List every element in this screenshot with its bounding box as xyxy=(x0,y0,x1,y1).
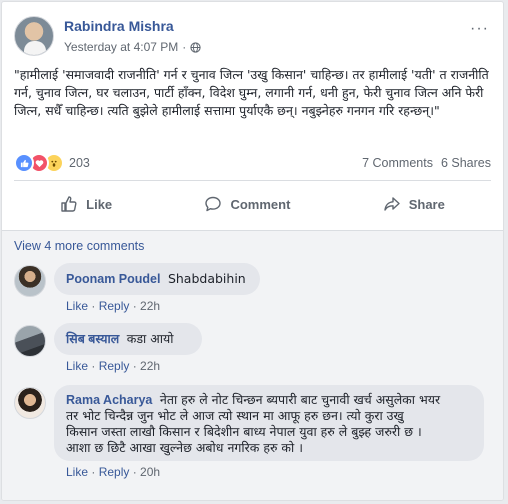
shares-count-link[interactable]: 6 Shares xyxy=(441,156,491,170)
view-more-comments-link[interactable]: View 4 more comments xyxy=(14,239,144,253)
comment-like-link[interactable]: Like xyxy=(66,465,88,479)
comment-time[interactable]: 20h xyxy=(140,465,160,479)
speech-bubble-icon xyxy=(205,196,222,212)
globe-icon xyxy=(190,41,201,53)
comment-item: Poonam Poudel Shabdabihin Like · Reply ·… xyxy=(14,263,491,321)
comment-time[interactable]: 22h xyxy=(140,299,160,313)
comment-actions: Like · Reply · 22h xyxy=(66,299,161,313)
comments-section: View 4 more comments Poonam Poudel Shabd… xyxy=(2,230,503,500)
comment-bubble: Poonam Poudel Shabdabihin xyxy=(54,263,260,295)
post-actions: Like Comment Share xyxy=(14,186,491,222)
comment-reply-link[interactable]: Reply xyxy=(99,299,130,313)
post-text: "हामीलाई 'समाजवादी राजनीति' गर्न र चुनाव… xyxy=(14,67,489,118)
comment-reply-link[interactable]: Reply xyxy=(99,465,130,479)
post-stats: 203 7 Comments 6 Shares xyxy=(14,153,491,173)
divider xyxy=(14,180,491,181)
comment-reply-link[interactable]: Reply xyxy=(99,359,130,373)
like-button[interactable]: Like xyxy=(42,189,130,219)
reaction-count: 203 xyxy=(69,156,90,170)
comment-label: Comment xyxy=(230,196,291,212)
reactions-summary[interactable]: 203 xyxy=(14,153,90,173)
author-name[interactable]: Rabindra Mishra xyxy=(64,18,174,34)
meta-separator: · xyxy=(182,40,187,54)
like-reaction-icon xyxy=(14,153,34,173)
comment-text-line: आशा छ छिटै आखा खुल्नेछ अबोध नगरिक हरु को… xyxy=(66,440,303,455)
commenter-avatar[interactable] xyxy=(14,265,46,297)
comment-author[interactable]: Poonam Poudel xyxy=(66,272,160,286)
comment-bubble: Rama Acharya नेता हरु ले नोट चिन्छन ब्यप… xyxy=(54,385,484,461)
comment-actions: Like · Reply · 20h xyxy=(66,465,161,479)
comment-actions: Like · Reply · 22h xyxy=(66,359,161,373)
more-options-icon[interactable]: ··· xyxy=(470,20,489,38)
like-label: Like xyxy=(86,196,113,212)
comment-like-link[interactable]: Like xyxy=(66,299,88,313)
comment-button[interactable]: Comment xyxy=(186,189,308,219)
comments-count-link[interactable]: 7 Comments xyxy=(362,156,433,170)
comment-time[interactable]: 22h xyxy=(140,359,160,373)
commenter-avatar[interactable] xyxy=(14,325,46,357)
post-meta: Yesterday at 4:07 PM · xyxy=(64,40,201,54)
comment-bubble: सिब बस्याल कडा आयो xyxy=(54,323,202,355)
comment-text-line: नेता हरु ले नोट चिन्छन ब्यपारी बाट चुनाव… xyxy=(159,392,441,407)
comment-like-link[interactable]: Like xyxy=(66,359,88,373)
comment-item: सिब बस्याल कडा आयो Like · Reply · 22h xyxy=(14,323,491,381)
comment-author[interactable]: सिब बस्याल xyxy=(66,332,119,346)
share-label: Share xyxy=(408,196,445,212)
thumbs-up-icon xyxy=(61,196,77,212)
stats-right: 7 Comments 6 Shares xyxy=(362,156,491,170)
comment-text: कडा आयो xyxy=(126,331,174,346)
comment-text-line: किसान जस्ता लाखौ किसान र बिदेशीन बाध्य न… xyxy=(66,424,422,439)
comment-text: Shabdabihin xyxy=(167,271,246,286)
comment-author[interactable]: Rama Acharya xyxy=(66,393,152,407)
post-card: Rabindra Mishra Yesterday at 4:07 PM · ·… xyxy=(1,1,504,501)
post-timestamp[interactable]: Yesterday at 4:07 PM xyxy=(64,40,178,54)
comment-text-line: तर भोट चिन्दैन्न जुन भोट ले आज त्यो स्था… xyxy=(66,408,404,423)
commenter-avatar[interactable] xyxy=(14,387,46,419)
post-header: Rabindra Mishra Yesterday at 4:07 PM · ·… xyxy=(14,14,493,58)
share-arrow-icon xyxy=(384,197,400,211)
author-avatar[interactable] xyxy=(14,16,54,56)
share-button[interactable]: Share xyxy=(365,189,463,219)
comment-item: Rama Acharya नेता हरु ले नोट चिन्छन ब्यप… xyxy=(14,385,491,489)
